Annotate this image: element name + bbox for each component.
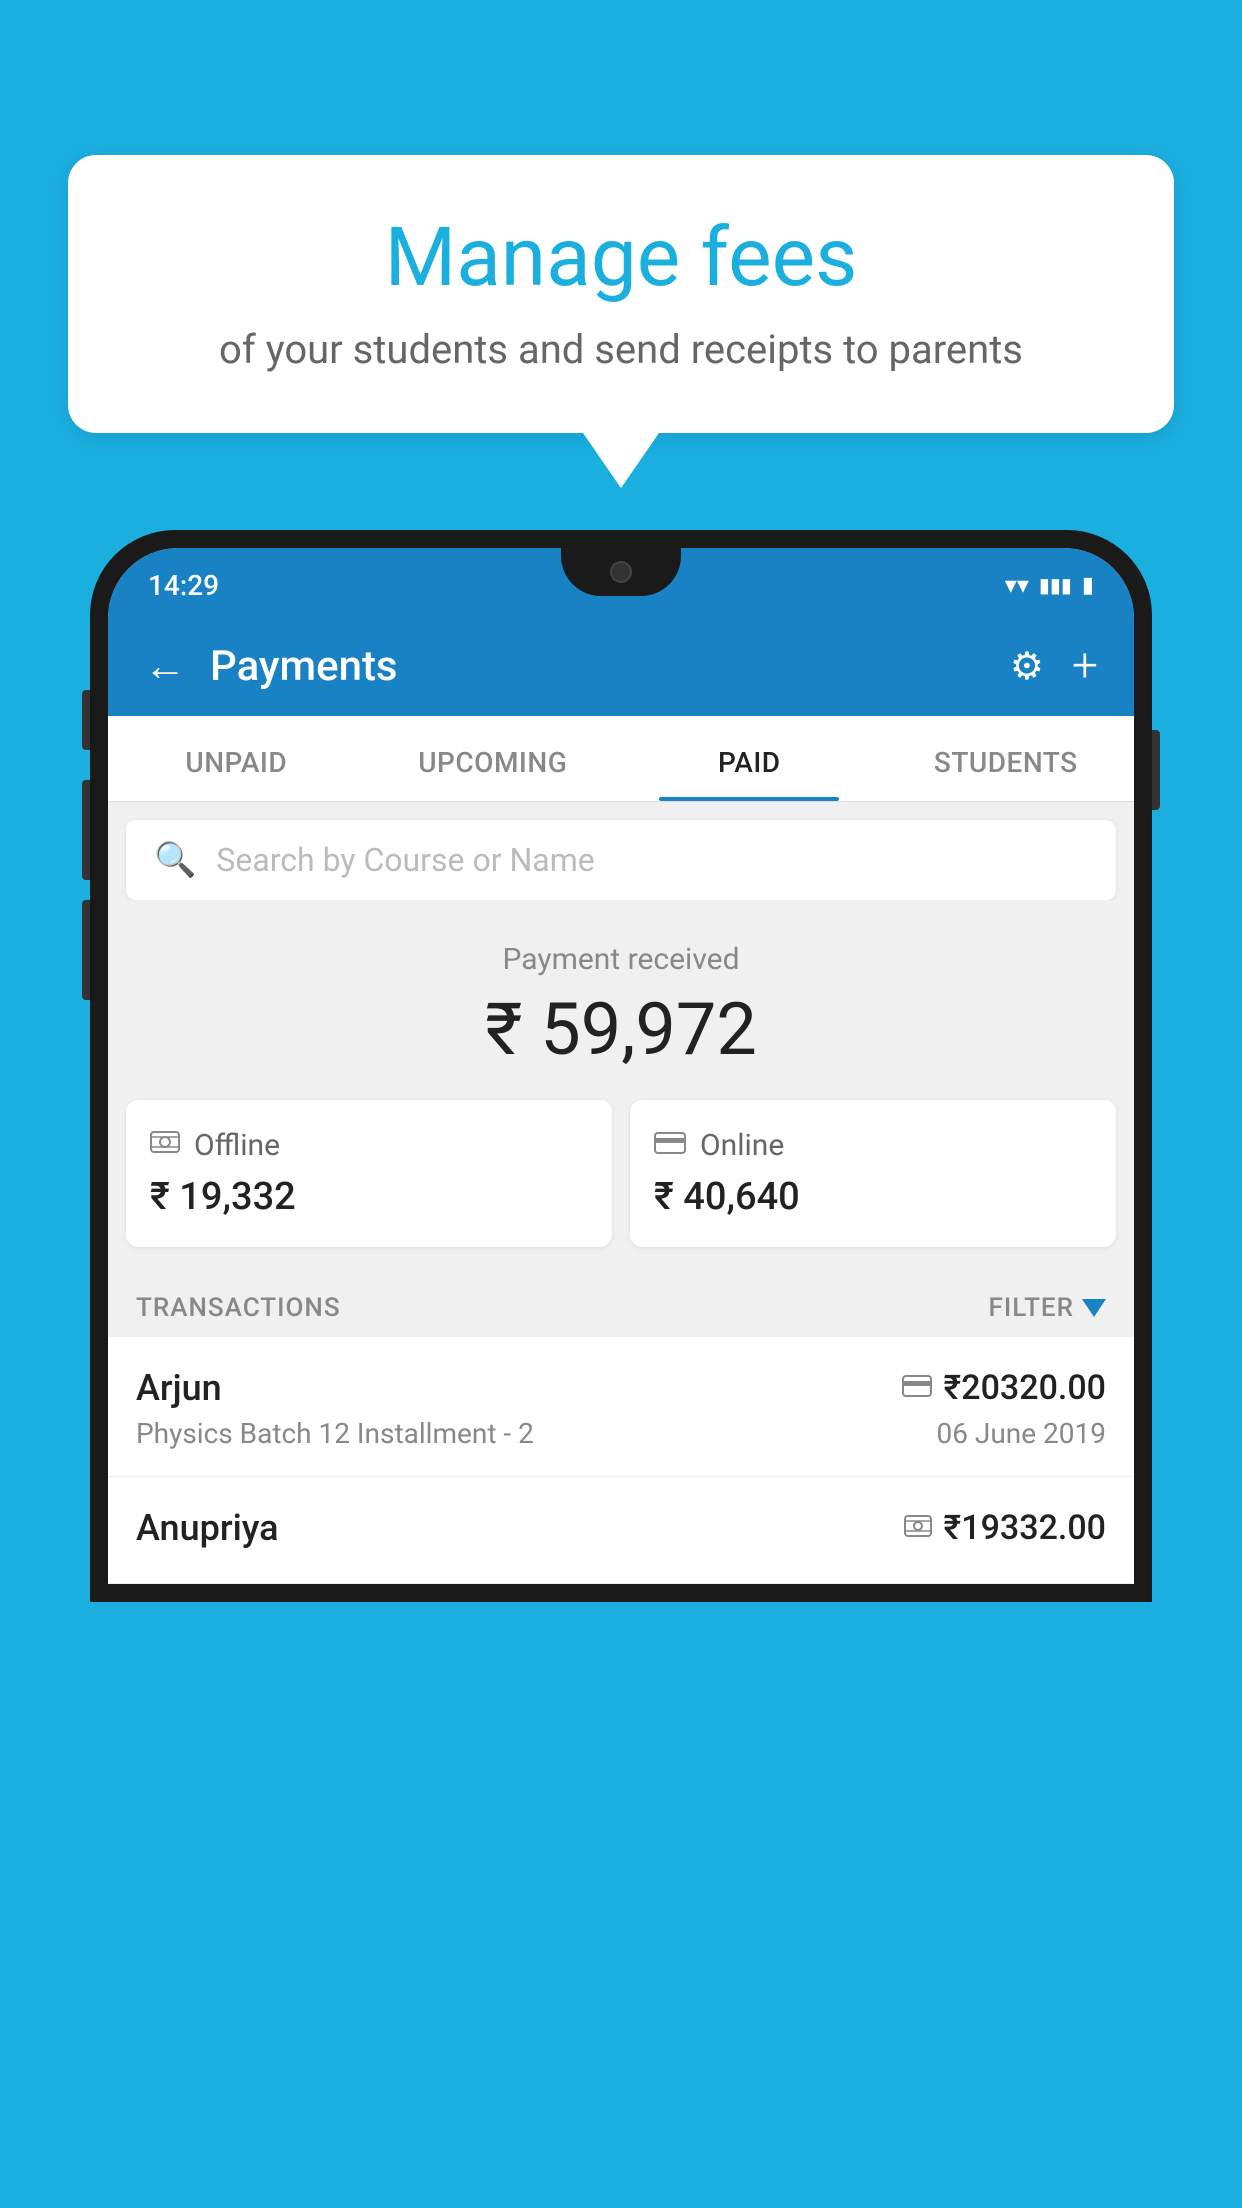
transactions-header: TRANSACTIONS FILTER (108, 1275, 1134, 1337)
transaction-name: Anupriya (136, 1507, 279, 1549)
filter-label: FILTER (989, 1293, 1074, 1323)
volume-up-button (82, 690, 90, 750)
tab-students[interactable]: STUDENTS (878, 716, 1135, 801)
payment-type-icon (902, 1375, 932, 1401)
transaction-date: 06 June 2019 (936, 1417, 1106, 1450)
tab-upcoming[interactable]: UPCOMING (365, 716, 622, 801)
transaction-amount: ₹20320.00 (944, 1368, 1106, 1408)
power-button (1152, 730, 1160, 810)
bubble-subtitle: of your students and send receipts to pa… (128, 326, 1114, 373)
bubble-title: Manage fees (128, 210, 1114, 306)
search-icon: 🔍 (154, 840, 196, 880)
payment-type-icon (904, 1513, 932, 1543)
header-icons: ⚙ + (1010, 639, 1098, 693)
page-title: Payments (210, 642, 1010, 691)
cash-icon (150, 1128, 180, 1163)
app-content: 🔍 Search by Course or Name Payment recei… (108, 820, 1134, 1584)
filter-icon (1082, 1299, 1106, 1317)
transaction-top: Arjun ₹20320.00 (136, 1367, 1106, 1409)
search-input[interactable]: Search by Course or Name (216, 841, 594, 879)
offline-card: Offline ₹ 19,332 (126, 1100, 612, 1247)
phone-frame: 14:29 ▾▾ ▮▮▮ ▮ ← Payments ⚙ + (90, 530, 1152, 2208)
speech-bubble-container: Manage fees of your students and send re… (68, 155, 1174, 488)
add-icon[interactable]: + (1072, 639, 1098, 693)
wifi-icon: ▾▾ (1005, 571, 1029, 599)
transaction-item[interactable]: Anupriya ₹193 (108, 1477, 1134, 1584)
tab-unpaid[interactable]: UNPAID (108, 716, 365, 801)
camera (610, 561, 632, 583)
battery-icon: ▮ (1082, 573, 1094, 598)
search-container[interactable]: 🔍 Search by Course or Name (126, 820, 1116, 900)
back-button[interactable]: ← (144, 642, 186, 691)
offline-amount: ₹ 19,332 (150, 1175, 588, 1219)
tab-paid[interactable]: PAID (621, 716, 878, 801)
bubble-pointer (583, 433, 659, 488)
transaction-bottom: Physics Batch 12 Installment - 2 06 June… (136, 1417, 1106, 1450)
status-icons: ▾▾ ▮▮▮ ▮ (1005, 571, 1094, 599)
payment-cards: Offline ₹ 19,332 (108, 1100, 1134, 1275)
app-header: ← Payments ⚙ + (108, 616, 1134, 716)
tabs-bar: UNPAID UPCOMING PAID STUDENTS (108, 716, 1134, 802)
filter-button[interactable]: FILTER (989, 1293, 1106, 1323)
payment-received-label: Payment received (128, 942, 1114, 977)
silent-button (82, 900, 90, 1000)
payment-received-section: Payment received ₹ 59,972 (108, 900, 1134, 1100)
transaction-item[interactable]: Arjun ₹20320.00 (108, 1337, 1134, 1477)
volume-down-button (82, 780, 90, 880)
payment-received-amount: ₹ 59,972 (128, 987, 1114, 1072)
transaction-amount-wrapper: ₹20320.00 (902, 1368, 1106, 1408)
transactions-label: TRANSACTIONS (136, 1293, 341, 1323)
transaction-amount-wrapper: ₹19332.00 (904, 1508, 1106, 1548)
transaction-amount: ₹19332.00 (944, 1508, 1106, 1548)
online-card: Online ₹ 40,640 (630, 1100, 1116, 1247)
card-icon (654, 1128, 686, 1163)
online-amount: ₹ 40,640 (654, 1175, 1092, 1219)
speech-bubble: Manage fees of your students and send re… (68, 155, 1174, 433)
transaction-name: Arjun (136, 1367, 222, 1409)
transaction-top: Anupriya ₹193 (136, 1507, 1106, 1549)
transaction-detail: Physics Batch 12 Installment - 2 (136, 1417, 534, 1450)
signal-icon: ▮▮▮ (1039, 573, 1072, 597)
online-card-header: Online (654, 1128, 1092, 1163)
offline-label: Offline (194, 1128, 280, 1163)
online-label: Online (700, 1128, 784, 1163)
settings-icon[interactable]: ⚙ (1010, 644, 1044, 689)
notch (561, 548, 681, 596)
offline-card-header: Offline (150, 1128, 588, 1163)
status-time: 14:29 (148, 569, 219, 602)
